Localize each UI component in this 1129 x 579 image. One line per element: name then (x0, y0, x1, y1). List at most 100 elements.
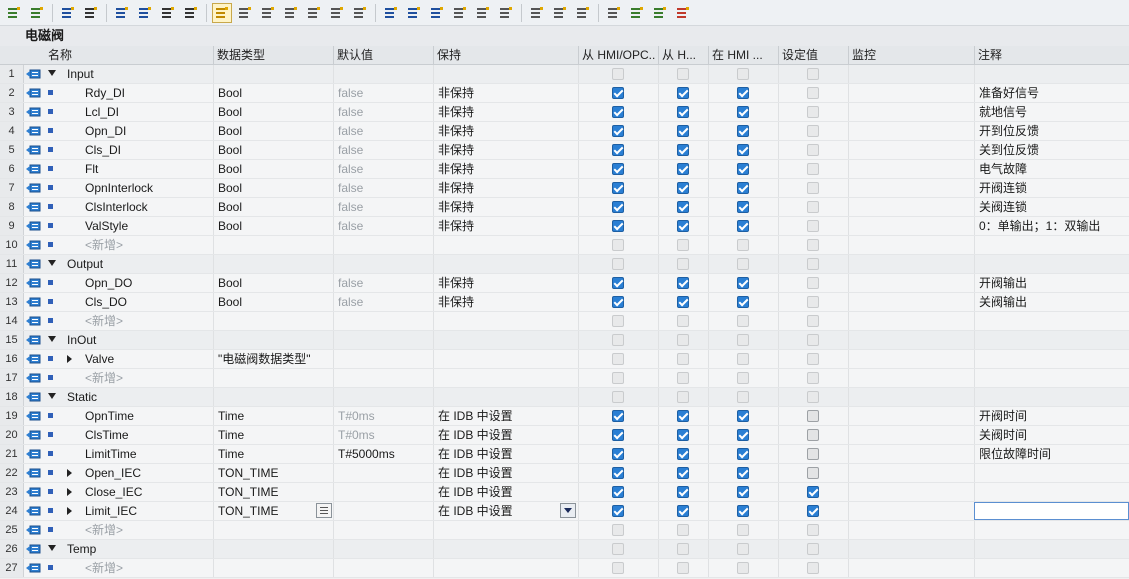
insert-row-icon[interactable] (4, 3, 24, 23)
hmi-h-checkbox[interactable] (677, 106, 689, 118)
row-number[interactable]: 13 (0, 293, 24, 311)
data-type[interactable]: Bool (218, 179, 242, 197)
tree-icon[interactable] (473, 3, 493, 23)
hmi-h-checkbox[interactable] (677, 220, 689, 232)
table-row[interactable]: 12 Opn_DO Bool false 非保持 开阀输出 (0, 274, 1129, 293)
default-value[interactable]: false (338, 217, 363, 235)
tree2-icon[interactable] (496, 3, 516, 23)
data-type[interactable]: Bool (218, 198, 242, 216)
data-type[interactable]: Bool (218, 293, 242, 311)
data-type[interactable]: Bool (218, 84, 242, 102)
retain-value[interactable]: 在 IDB 中设置 (438, 464, 513, 482)
align-icon[interactable] (450, 3, 470, 23)
data-type[interactable]: Time (218, 407, 244, 425)
comment-text[interactable]: 开到位反馈 (979, 122, 1039, 140)
row-number[interactable]: 19 (0, 407, 24, 425)
group-icon[interactable] (112, 3, 132, 23)
table-row[interactable]: 3 Lcl_DI Bool false 非保持 就地信号 (0, 103, 1129, 122)
comment-text[interactable]: 准备好信号 (979, 84, 1039, 102)
retain-value[interactable]: 非保持 (438, 274, 474, 292)
member-name[interactable]: <新增> (85, 559, 123, 577)
col-comment-header[interactable]: 注释 (978, 46, 1002, 65)
table-row[interactable]: 17 <新增> (0, 369, 1129, 388)
member-name[interactable]: LimitTime (85, 445, 137, 463)
comment-text[interactable]: 关到位反馈 (979, 141, 1039, 159)
in-hmi-checkbox[interactable] (737, 277, 749, 289)
in-hmi-checkbox[interactable] (737, 486, 749, 498)
hmi-opc-checkbox[interactable] (612, 429, 624, 441)
retain-value[interactable]: 在 IDB 中设置 (438, 445, 513, 463)
default-value[interactable]: T#0ms (338, 407, 375, 425)
row-number[interactable]: 9 (0, 217, 24, 235)
data-type[interactable]: Time (218, 445, 244, 463)
in-hmi-checkbox[interactable] (737, 505, 749, 517)
hmi-h-checkbox[interactable] (677, 125, 689, 137)
hmi-opc-checkbox[interactable] (612, 277, 624, 289)
col-hmi-opc-header[interactable]: 从 HMI/OPC... (582, 46, 656, 65)
table-row[interactable]: 8 ClsInterlock Bool false 非保持 关阀连锁 (0, 198, 1129, 217)
list-icon[interactable] (135, 3, 155, 23)
member-name[interactable]: OpnInterlock (85, 179, 153, 197)
setpoint-checkbox[interactable] (807, 410, 819, 422)
hmi-h-checkbox[interactable] (677, 163, 689, 175)
comment-text[interactable]: 关阀时间 (979, 426, 1027, 444)
default-value[interactable]: false (338, 274, 363, 292)
hmi-opc-checkbox[interactable] (612, 163, 624, 175)
row-number[interactable]: 15 (0, 331, 24, 349)
add-row-icon[interactable] (27, 3, 47, 23)
in-hmi-checkbox[interactable] (737, 429, 749, 441)
copy-icon[interactable] (235, 3, 255, 23)
retain-value[interactable]: 在 IDB 中设置 (438, 407, 513, 425)
table-row[interactable]: 14 <新增> (0, 312, 1129, 331)
hmi-opc-checkbox[interactable] (612, 87, 624, 99)
member-name[interactable]: Open_IEC (85, 464, 141, 482)
data-type[interactable]: Bool (218, 160, 242, 178)
default-value[interactable]: false (338, 84, 363, 102)
row-number[interactable]: 2 (0, 84, 24, 102)
default-value[interactable]: false (338, 179, 363, 197)
monitor-icon[interactable] (281, 3, 301, 23)
member-name[interactable]: <新增> (85, 236, 123, 254)
table-row[interactable]: 11 Output (0, 255, 1129, 274)
col-hmi-h-header[interactable]: 从 H... (662, 46, 706, 65)
member-name[interactable]: OpnTime (85, 407, 134, 425)
collapse-arrow-icon[interactable] (48, 393, 56, 399)
table-row[interactable]: 20 ClsTime Time T#0ms 在 IDB 中设置 关阀时间 (0, 426, 1129, 445)
download-icon[interactable] (81, 3, 101, 23)
row-number[interactable]: 6 (0, 160, 24, 178)
retain-value[interactable]: 非保持 (438, 122, 474, 140)
member-name[interactable]: ValStyle (85, 217, 128, 235)
col-monitor-header[interactable]: 监控 (852, 46, 876, 65)
default-value[interactable]: false (338, 103, 363, 121)
comment-text[interactable]: 电气故障 (979, 160, 1027, 178)
section-name[interactable]: Static (67, 388, 97, 406)
row-number[interactable]: 26 (0, 540, 24, 558)
outdent-icon[interactable] (427, 3, 447, 23)
row-number[interactable]: 27 (0, 559, 24, 577)
data-type[interactable]: Bool (218, 103, 242, 121)
row-number[interactable]: 24 (0, 502, 24, 520)
table-row[interactable]: 9 ValStyle Bool false 非保持 0：单输出；1：双输出 (0, 217, 1129, 236)
member-name[interactable]: Flt (85, 160, 98, 178)
member-name[interactable]: Lcl_DI (85, 103, 119, 121)
row-number[interactable]: 7 (0, 179, 24, 197)
retain-value[interactable]: 在 IDB 中设置 (438, 426, 513, 444)
member-name[interactable]: Limit_IEC (85, 502, 137, 520)
in-hmi-checkbox[interactable] (737, 125, 749, 137)
section-name[interactable]: Output (67, 255, 103, 273)
section-name[interactable]: Temp (67, 540, 96, 558)
table-row[interactable]: 1 Input (0, 65, 1129, 84)
setpoint-checkbox[interactable] (807, 486, 819, 498)
settings-active-icon[interactable] (212, 2, 232, 23)
in-hmi-checkbox[interactable] (737, 296, 749, 308)
default-value[interactable]: false (338, 160, 363, 178)
comment-text[interactable]: 0：单输出；1：双输出 (979, 217, 1100, 235)
member-name[interactable]: Valve (85, 350, 114, 368)
snapshot-icon[interactable] (158, 3, 178, 23)
retain-value[interactable]: 非保持 (438, 198, 474, 216)
table-row[interactable]: 25 <新增> (0, 521, 1129, 540)
row-number[interactable]: 3 (0, 103, 24, 121)
hmi-opc-checkbox[interactable] (612, 201, 624, 213)
row-number[interactable]: 5 (0, 141, 24, 159)
setpoint-checkbox[interactable] (807, 448, 819, 460)
